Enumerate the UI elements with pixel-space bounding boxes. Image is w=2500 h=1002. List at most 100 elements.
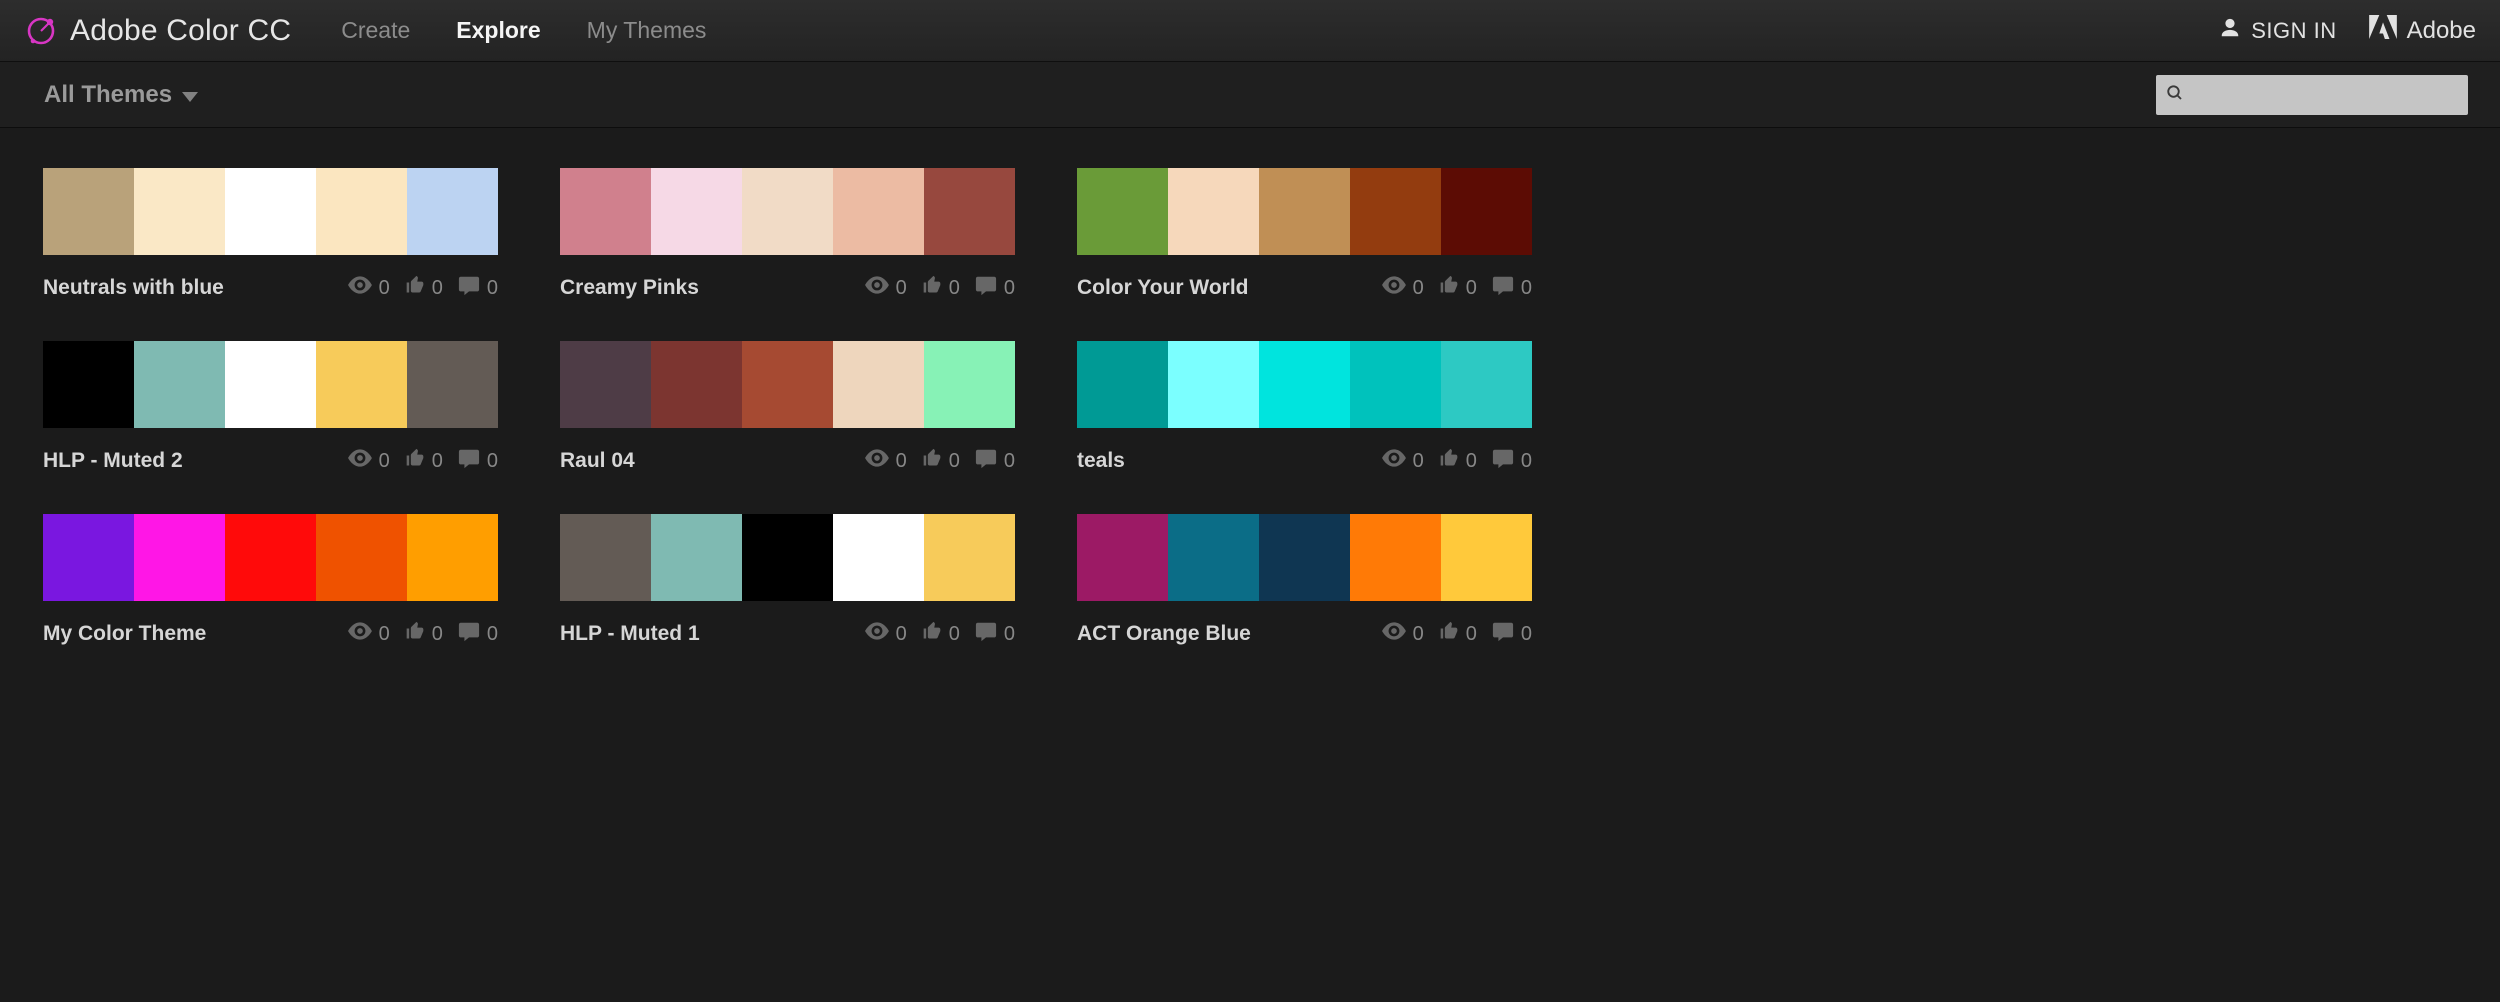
theme-name[interactable]: HLP - Muted 1 [560, 622, 700, 646]
theme-swatch-row[interactable] [1077, 341, 1532, 428]
swatch[interactable] [924, 168, 1015, 255]
swatch[interactable] [833, 514, 924, 601]
views-stat[interactable]: 0 [1381, 449, 1424, 473]
views-stat[interactable]: 0 [347, 276, 390, 300]
swatch[interactable] [560, 168, 651, 255]
theme-name[interactable]: Color Your World [1077, 276, 1249, 300]
search-box[interactable] [2156, 75, 2468, 115]
comments-stat[interactable]: 0 [457, 447, 498, 475]
swatch[interactable] [43, 168, 134, 255]
swatch[interactable] [1168, 514, 1259, 601]
swatch[interactable] [225, 341, 316, 428]
likes-stat[interactable]: 0 [404, 621, 443, 647]
theme-name[interactable]: ACT Orange Blue [1077, 622, 1251, 646]
likes-stat[interactable]: 0 [404, 448, 443, 474]
comments-stat[interactable]: 0 [457, 620, 498, 648]
nav-tab-create[interactable]: Create [341, 17, 410, 44]
search-input[interactable] [2190, 84, 2458, 105]
theme-swatch-row[interactable] [560, 168, 1015, 255]
views-stat[interactable]: 0 [1381, 276, 1424, 300]
swatch[interactable] [1259, 341, 1350, 428]
comments-stat[interactable]: 0 [974, 447, 1015, 475]
views-stat[interactable]: 0 [347, 622, 390, 646]
swatch[interactable] [134, 168, 225, 255]
swatch[interactable] [225, 168, 316, 255]
swatch[interactable] [742, 341, 833, 428]
swatch[interactable] [560, 514, 651, 601]
swatch[interactable] [1168, 341, 1259, 428]
theme-swatch-row[interactable] [1077, 514, 1532, 601]
nav-tab-explore[interactable]: Explore [456, 17, 540, 44]
swatch[interactable] [742, 168, 833, 255]
comments-stat[interactable]: 0 [457, 274, 498, 302]
swatch[interactable] [651, 168, 742, 255]
likes-stat[interactable]: 0 [1438, 275, 1477, 301]
views-stat[interactable]: 0 [864, 276, 907, 300]
swatch[interactable] [1441, 341, 1532, 428]
swatch[interactable] [1350, 341, 1441, 428]
theme-name[interactable]: My Color Theme [43, 622, 206, 646]
theme-swatch-row[interactable] [43, 341, 498, 428]
swatch[interactable] [407, 514, 498, 601]
views-stat[interactable]: 0 [864, 622, 907, 646]
nav-tab-my-themes[interactable]: My Themes [587, 17, 707, 44]
swatch[interactable] [43, 341, 134, 428]
swatch[interactable] [1259, 514, 1350, 601]
swatch[interactable] [1350, 514, 1441, 601]
swatch[interactable] [924, 341, 1015, 428]
swatch[interactable] [1077, 168, 1168, 255]
views-stat[interactable]: 0 [1381, 622, 1424, 646]
views-stat[interactable]: 0 [864, 449, 907, 473]
swatch[interactable] [316, 341, 407, 428]
theme-name[interactable]: HLP - Muted 2 [43, 449, 183, 473]
swatch[interactable] [742, 514, 833, 601]
adobe-brand-link[interactable]: Adobe [2369, 15, 2476, 46]
likes-stat[interactable]: 0 [1438, 621, 1477, 647]
swatch[interactable] [1441, 168, 1532, 255]
thumb-up-icon [921, 621, 943, 647]
swatch[interactable] [43, 514, 134, 601]
swatch[interactable] [407, 168, 498, 255]
theme-swatch-row[interactable] [1077, 168, 1532, 255]
comments-stat[interactable]: 0 [1491, 274, 1532, 302]
swatch[interactable] [316, 168, 407, 255]
likes-stat[interactable]: 0 [1438, 448, 1477, 474]
theme-swatch-row[interactable] [560, 514, 1015, 601]
swatch[interactable] [1350, 168, 1441, 255]
swatch[interactable] [407, 341, 498, 428]
comments-stat[interactable]: 0 [1491, 620, 1532, 648]
swatch[interactable] [134, 514, 225, 601]
theme-name[interactable]: Creamy Pinks [560, 276, 699, 300]
swatch[interactable] [225, 514, 316, 601]
comments-stat[interactable]: 0 [974, 620, 1015, 648]
swatch[interactable] [560, 341, 651, 428]
swatch[interactable] [316, 514, 407, 601]
signin-button[interactable]: SIGN IN [2219, 17, 2336, 45]
swatch[interactable] [1077, 514, 1168, 601]
swatch[interactable] [833, 341, 924, 428]
theme-swatch-row[interactable] [43, 514, 498, 601]
swatch[interactable] [1168, 168, 1259, 255]
logo-area[interactable]: Adobe Color CC [24, 14, 291, 48]
swatch[interactable] [1259, 168, 1350, 255]
filter-select[interactable]: All Themes [44, 81, 198, 109]
swatch[interactable] [134, 341, 225, 428]
swatch[interactable] [1077, 341, 1168, 428]
theme-swatch-row[interactable] [560, 341, 1015, 428]
views-stat[interactable]: 0 [347, 449, 390, 473]
likes-stat[interactable]: 0 [921, 621, 960, 647]
theme-name[interactable]: teals [1077, 449, 1125, 473]
comments-stat[interactable]: 0 [974, 274, 1015, 302]
theme-swatch-row[interactable] [43, 168, 498, 255]
likes-stat[interactable]: 0 [921, 448, 960, 474]
likes-stat[interactable]: 0 [404, 275, 443, 301]
theme-name[interactable]: Raul 04 [560, 449, 635, 473]
likes-stat[interactable]: 0 [921, 275, 960, 301]
swatch[interactable] [924, 514, 1015, 601]
theme-name[interactable]: Neutrals with blue [43, 276, 224, 300]
swatch[interactable] [833, 168, 924, 255]
swatch[interactable] [651, 341, 742, 428]
swatch[interactable] [651, 514, 742, 601]
comments-stat[interactable]: 0 [1491, 447, 1532, 475]
swatch[interactable] [1441, 514, 1532, 601]
